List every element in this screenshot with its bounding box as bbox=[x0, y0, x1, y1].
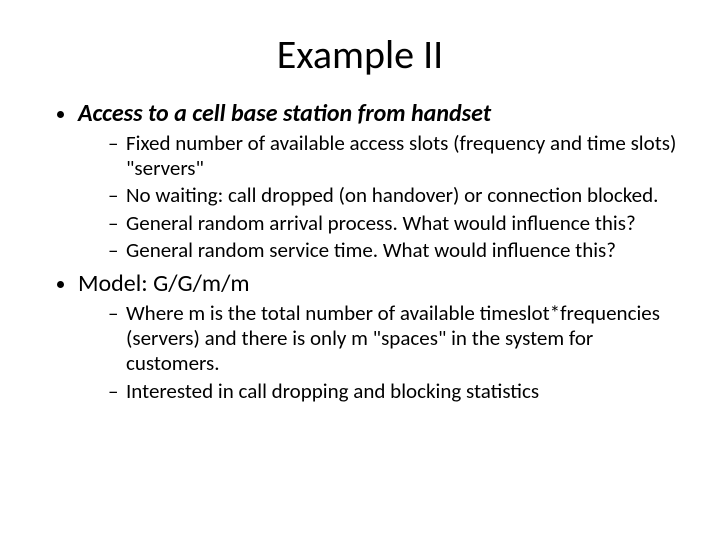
slide: Example II Access to a cell base station… bbox=[0, 0, 720, 540]
list-item: Model: G/G/m/m Where m is the total numb… bbox=[78, 269, 680, 404]
list-item-text: Model: G/G/m/m bbox=[78, 269, 250, 298]
sub-list-item: Fixed number of available access slots (… bbox=[108, 131, 680, 181]
sub-list-item: No waiting: call dropped (on handover) o… bbox=[108, 183, 680, 208]
list-item: Access to a cell base station from hands… bbox=[78, 99, 680, 263]
slide-title: Example II bbox=[40, 30, 680, 79]
sub-list: Where m is the total number of available… bbox=[78, 301, 680, 404]
bullet-list: Access to a cell base station from hands… bbox=[40, 99, 680, 404]
list-item-text: Access to a cell base station from hands… bbox=[78, 99, 491, 128]
sub-list-item: General random service time. What would … bbox=[108, 238, 680, 263]
sub-list-item: General random arrival process. What wou… bbox=[108, 211, 680, 236]
sub-list-item: Interested in call dropping and blocking… bbox=[108, 379, 680, 404]
sub-list: Fixed number of available access slots (… bbox=[78, 131, 680, 263]
sub-list-item: Where m is the total number of available… bbox=[108, 301, 680, 377]
